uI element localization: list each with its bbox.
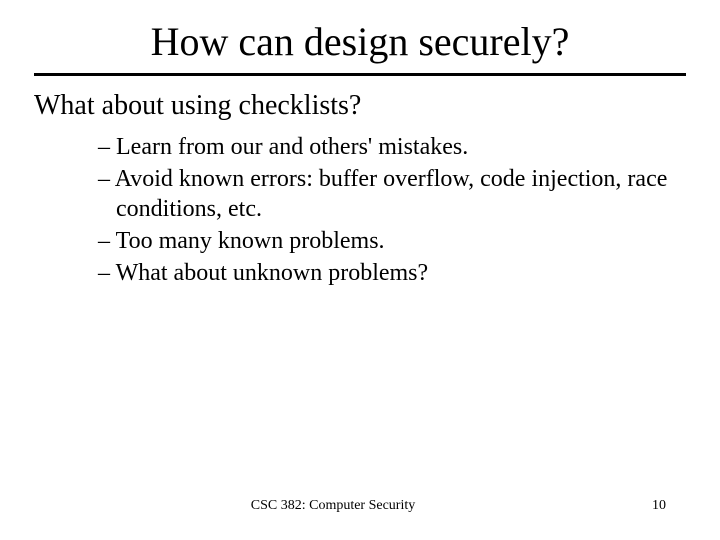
title-underline: [34, 73, 686, 76]
list-item: Learn from our and others' mistakes.: [98, 132, 686, 162]
slide-footer: CSC 382: Computer Security 10: [0, 498, 720, 514]
list-item: Avoid known errors: buffer overflow, cod…: [98, 164, 686, 224]
footer-page-number: 10: [652, 498, 666, 514]
footer-course-label: CSC 382: Computer Security: [0, 498, 666, 514]
bullet-list: Learn from our and others' mistakes. Avo…: [34, 132, 686, 288]
list-item: What about unknown problems?: [98, 258, 686, 288]
list-item: Too many known problems.: [98, 226, 686, 256]
slide-subheading: What about using checklists?: [34, 90, 686, 122]
slide-title: How can design securely?: [34, 18, 686, 65]
slide: How can design securely? What about usin…: [0, 0, 720, 540]
